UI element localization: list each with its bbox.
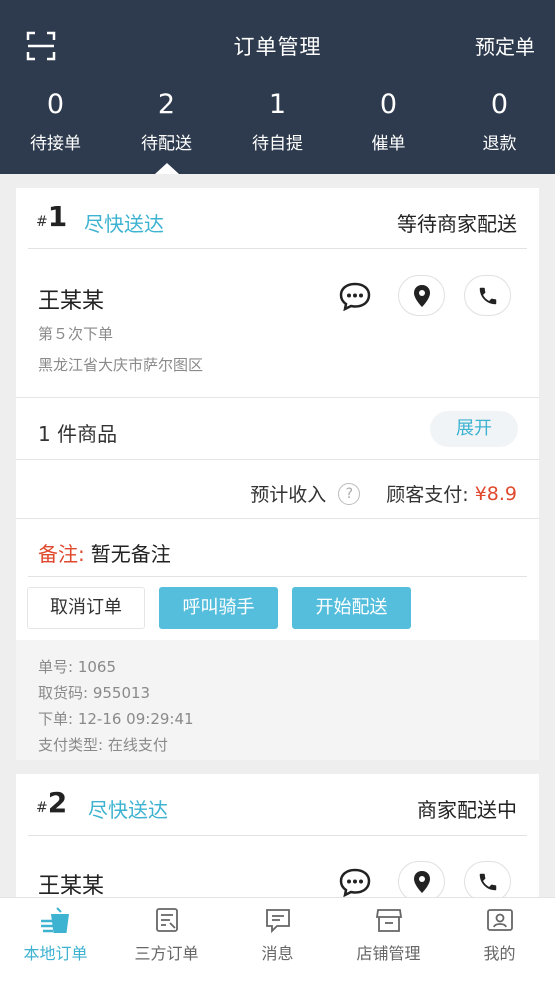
tab-pending-pickup[interactable]: 1 待自提 xyxy=(222,88,333,154)
nav-label: 本地订单 xyxy=(23,944,88,963)
tab-count: 0 xyxy=(46,89,65,120)
customer-name: 王某某 xyxy=(38,874,105,899)
order-card: #2 尽快送达 商家配送中 王某某 xyxy=(16,774,539,904)
order-number-value: 2 xyxy=(47,786,68,819)
note-label: 备注: xyxy=(38,542,85,566)
expand-goods-button[interactable]: 展开 xyxy=(430,411,518,447)
order-no: 单号: 1065 xyxy=(38,658,116,676)
order-hash: # xyxy=(36,214,48,230)
chat-icon[interactable] xyxy=(337,278,373,314)
location-icon[interactable] xyxy=(398,861,445,902)
profile-icon xyxy=(444,906,555,934)
tab-reminders[interactable]: 0 催单 xyxy=(333,88,444,154)
nav-third-party-orders[interactable]: 三方订单 xyxy=(111,898,222,986)
delivery-time: 尽快送达 xyxy=(88,798,168,822)
scan-icon[interactable] xyxy=(26,31,56,61)
page-title: 订单管理 xyxy=(233,35,322,59)
chat-icon[interactable] xyxy=(337,864,373,900)
call-rider-button[interactable]: 呼叫骑手 xyxy=(159,587,278,629)
tab-label: 退款 xyxy=(482,134,517,154)
tab-label: 待自提 xyxy=(252,134,303,154)
order-card: #1 尽快送达 等待商家配送 王某某 第５次下单 黑龙江省大庆市萨尔图区 1 件… xyxy=(16,188,539,760)
tab-label: 待配送 xyxy=(141,134,192,154)
pay-type: 支付类型: 在线支付 xyxy=(38,736,168,754)
order-status-tabs: 0 待接单 2 待配送 1 待自提 0 催单 0 退款 xyxy=(0,88,555,154)
tab-label: 催单 xyxy=(371,134,406,154)
customer-pay-amount: ¥8.9 xyxy=(474,482,517,505)
tab-label: 待接单 xyxy=(30,134,81,154)
drink-cup-icon xyxy=(0,906,111,934)
nav-messages[interactable]: 消息 xyxy=(222,898,333,986)
divider xyxy=(16,518,539,519)
store-icon xyxy=(333,906,444,934)
pickup-code: 取货码: 955013 xyxy=(38,684,151,702)
page-title-wrap: 订单管理 xyxy=(0,31,555,61)
phone-icon[interactable] xyxy=(464,861,511,902)
estimated-income-label: 预计收入 xyxy=(250,484,327,506)
order-note: 备注: 暂无备注 xyxy=(38,538,171,567)
order-time: 下单: 12-16 09:29:41 xyxy=(38,710,194,728)
app-header: 订单管理 预定单 0 待接单 2 待配送 1 待自提 0 催单 0 退款 xyxy=(0,0,555,174)
order-number: #1 xyxy=(36,200,67,233)
customer-pay-label: 顾客支付: xyxy=(386,484,469,506)
goods-count: 1 件商品 xyxy=(38,422,118,446)
order-status: 等待商家配送 xyxy=(397,212,517,236)
customer-address: 黑龙江省大庆市萨尔图区 xyxy=(38,356,204,374)
tab-count: 2 xyxy=(157,89,176,120)
tab-pending-delivery[interactable]: 2 待配送 xyxy=(111,88,222,154)
tab-pending-accept[interactable]: 0 待接单 xyxy=(0,88,111,154)
active-tab-indicator xyxy=(155,163,179,174)
tab-count: 0 xyxy=(490,89,509,120)
nav-local-orders[interactable]: 本地订单 xyxy=(0,898,111,986)
divider xyxy=(28,576,527,577)
order-info-box: 单号: 1065 取货码: 955013 下单: 12-16 09:29:41 … xyxy=(16,640,539,760)
nav-label: 我的 xyxy=(483,944,516,963)
divider xyxy=(28,248,527,249)
help-icon[interactable]: ? xyxy=(338,482,361,505)
tab-refunds[interactable]: 0 退款 xyxy=(444,88,555,154)
nav-label: 三方订单 xyxy=(134,944,199,963)
bottom-nav: 本地订单 三方订单 消息 店铺管理 我的 xyxy=(0,897,555,986)
third-party-order-icon xyxy=(111,906,222,934)
order-header: #2 尽快送达 商家配送中 xyxy=(16,774,539,834)
tab-count: 0 xyxy=(379,89,398,120)
income-row: 预计收入 ? 顾客支付: ¥8.9 xyxy=(250,480,517,507)
cancel-order-button[interactable]: 取消订单 xyxy=(27,587,145,629)
tab-count: 1 xyxy=(268,89,287,120)
order-number: #2 xyxy=(36,786,67,819)
nav-label: 消息 xyxy=(261,944,294,963)
nav-store-management[interactable]: 店铺管理 xyxy=(333,898,444,986)
message-icon xyxy=(222,906,333,934)
order-header: #1 尽快送达 等待商家配送 xyxy=(16,188,539,248)
order-hash: # xyxy=(36,800,48,816)
nav-label: 店铺管理 xyxy=(356,944,421,963)
customer-name: 王某某 xyxy=(38,289,105,314)
divider xyxy=(16,397,539,398)
delivery-time: 尽快送达 xyxy=(84,212,164,236)
divider xyxy=(16,459,539,460)
order-number-value: 1 xyxy=(47,200,68,233)
location-icon[interactable] xyxy=(398,275,445,316)
start-delivery-button[interactable]: 开始配送 xyxy=(292,587,411,629)
divider xyxy=(28,835,527,836)
phone-icon[interactable] xyxy=(464,275,511,316)
order-status: 商家配送中 xyxy=(417,798,517,822)
nav-profile[interactable]: 我的 xyxy=(444,898,555,986)
reserve-order-link[interactable]: 预定单 xyxy=(475,31,535,60)
order-count-text: 第５次下单 xyxy=(38,325,114,343)
note-value: 暂无备注 xyxy=(90,542,171,566)
